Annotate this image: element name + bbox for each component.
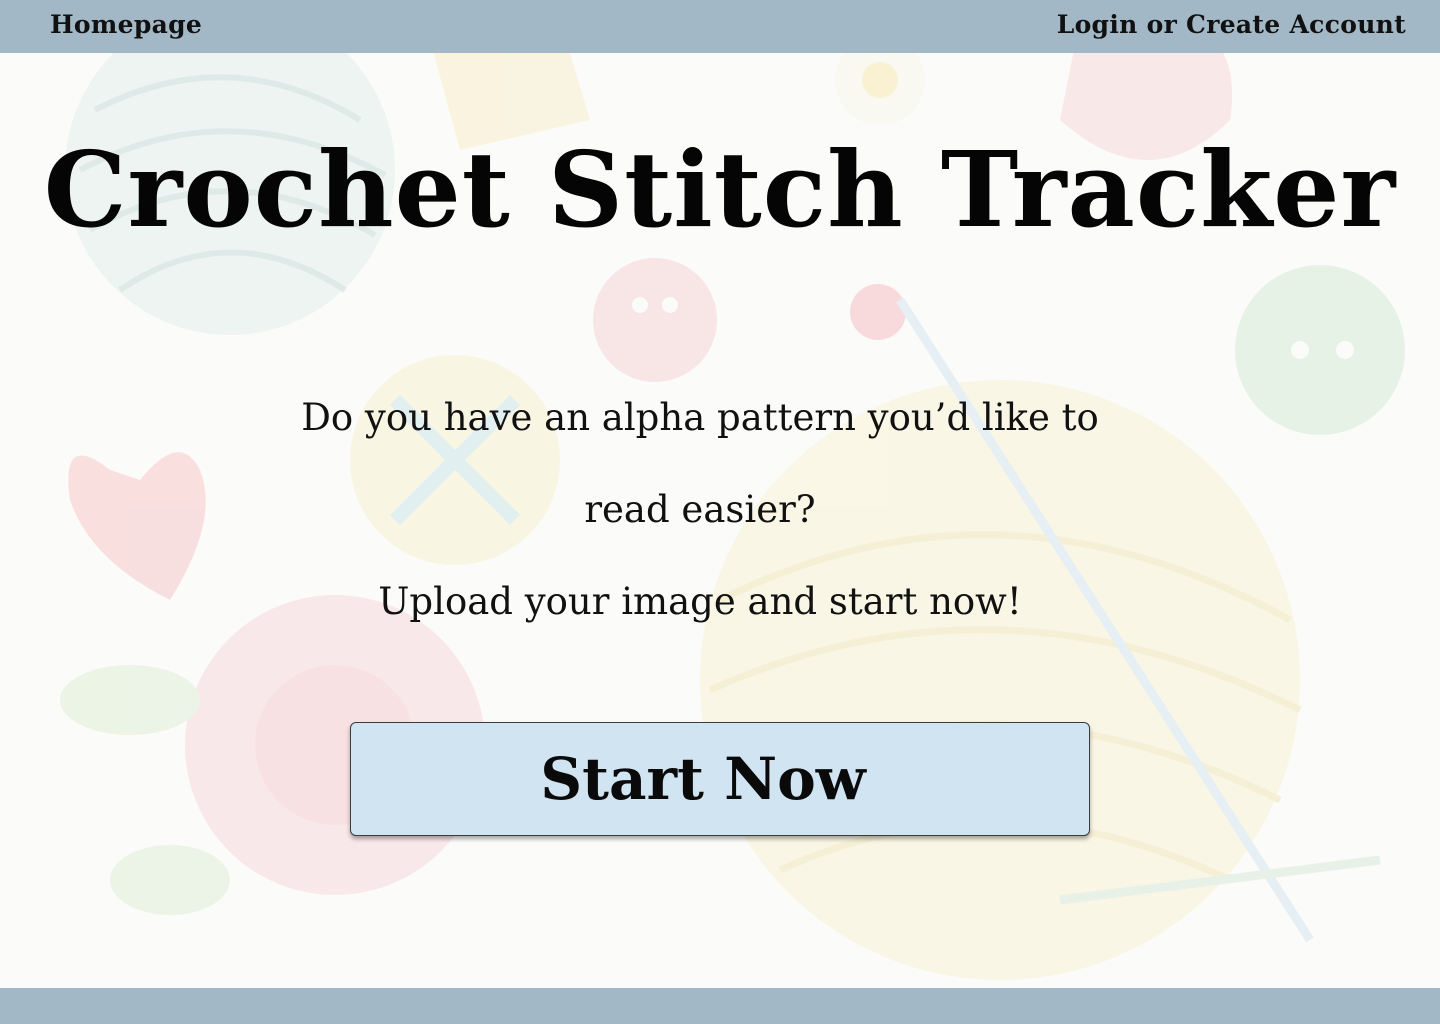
pink-button-icon [593, 258, 717, 382]
page-title: Crochet Stitch Tracker [43, 128, 1397, 251]
footer-bar [0, 988, 1440, 1024]
intro-line-1: Do you have an alpha pattern you’d like … [301, 396, 1099, 439]
start-now-button[interactable]: Start Now [350, 722, 1090, 836]
homepage-link[interactable]: Homepage [50, 10, 202, 39]
intro-line-3: Upload your image and start now! [378, 580, 1022, 623]
green-flower-button-icon [1235, 265, 1405, 435]
login-create-account-link[interactable]: Login or Create Account [1057, 10, 1406, 39]
pin-head-icon [850, 284, 906, 340]
intro-text: Do you have an alpha pattern you’d like … [260, 372, 1140, 648]
intro-line-2: read easier? [584, 488, 816, 531]
heart-yarn-icon [68, 452, 206, 600]
top-nav-bar: Homepage Login or Create Account [0, 0, 1440, 53]
